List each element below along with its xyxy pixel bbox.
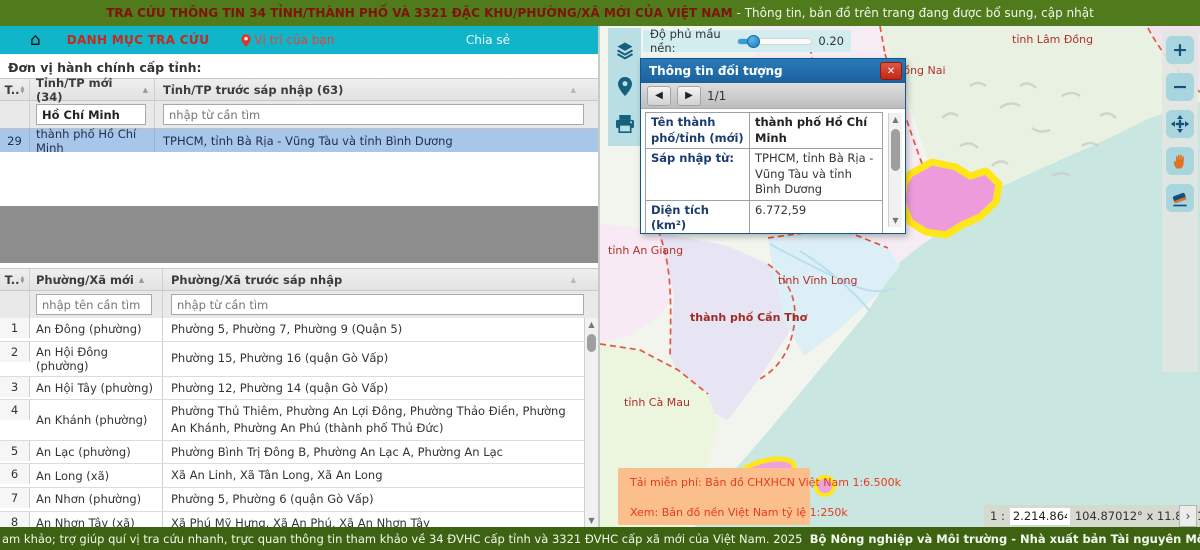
layers-icon[interactable] <box>614 39 636 61</box>
province-table-header: T.. ▲▼ Tỉnh/TP mới (34) ▲ Tỉnh/TP trước … <box>0 78 598 101</box>
view-basemap-link[interactable]: Xem: Bản đồ nền Việt Nam tỷ lệ 1:250k <box>626 506 802 519</box>
table-row[interactable]: 4 An Khánh (phường) Phường Thủ Thiêm, Ph… <box>0 400 584 440</box>
page-title: TRA CỨU THÔNG TIN 34 TỈNH/THÀNH PHỐ VÀ 3… <box>106 6 732 20</box>
province-new-filter-input[interactable] <box>36 104 146 125</box>
ward-table: T.. ▲▼ Phường/Xã mới ▲ Phường/Xã trước s… <box>0 268 598 319</box>
eraser-icon <box>1170 188 1190 208</box>
eraser-tool-button[interactable] <box>1166 184 1194 212</box>
map-label-can-tho: thành phố Cần Thơ <box>690 311 807 324</box>
column-header-tt[interactable]: T.. ▲▼ <box>0 269 30 290</box>
opacity-label: Độ phủ mầu nền: <box>650 27 731 55</box>
table-row[interactable]: 2 An Hội Đông (phường) Phường 15, Phường… <box>0 342 584 377</box>
ward-filter-row <box>0 291 598 319</box>
province-row-selected[interactable]: 29 thành phố Hồ Chí Minh TPHCM, tỉnh Bà … <box>0 129 598 152</box>
scrollbar-thumb[interactable] <box>587 334 596 352</box>
panel-divider <box>598 26 600 527</box>
ward-rows: 1 An Đông (phường) Phường 5, Phường 7, P… <box>0 318 584 527</box>
sort-asc-icon: ▲ <box>571 86 576 94</box>
popup-scrollbar[interactable]: ▲ ▼ <box>888 113 902 227</box>
popup-body: Tên thành phố/tỉnh (mới) thành phố Hồ Ch… <box>641 109 905 233</box>
attribute-row: Sáp nhập từ: TPHCM, tỉnh Bà Rịa - Vũng T… <box>646 149 883 201</box>
ward-old-filter-input[interactable] <box>171 294 584 315</box>
ward-table-header: T.. ▲▼ Phường/Xã mới ▲ Phường/Xã trước s… <box>0 268 598 291</box>
hand-tool-button[interactable] <box>1166 147 1194 175</box>
sort-toggle-icon: ▲▼ <box>20 276 24 284</box>
scroll-up-icon[interactable]: ▲ <box>588 318 594 331</box>
prev-icon[interactable]: ◀ <box>647 86 671 106</box>
table-row[interactable]: 5 An Lạc (phường) Phường Bình Trị Đông B… <box>0 441 584 465</box>
map-tools-strip <box>608 28 641 146</box>
map-label-ca-mau: tỉnh Cà Mau <box>624 396 690 409</box>
sort-asc-icon: ▲ <box>143 86 148 94</box>
column-header-province-old[interactable]: Tỉnh/TP trước sáp nhập (63) ▲ <box>155 79 598 100</box>
table-row[interactable]: 1 An Đông (phường) Phường 5, Phường 7, P… <box>0 318 584 342</box>
table-row[interactable]: 7 An Nhơn (phường) Phường 5, Phường 6 (q… <box>0 488 584 512</box>
app-title-bar: TRA CỨU THÔNG TIN 34 TỈNH/THÀNH PHỐ VÀ 3… <box>0 0 1200 26</box>
map-label-an-giang: tỉnh An Giang <box>608 244 683 257</box>
share-button[interactable]: Chia sẻ <box>466 33 510 47</box>
next-icon[interactable]: ▶ <box>677 86 701 106</box>
province-old-filter-input[interactable] <box>163 104 584 125</box>
left-panel: Đơn vị hành chính cấp tỉnh: T.. ▲▼ Tỉnh/… <box>0 54 598 527</box>
feature-info-popup: Thông tin đối tượng ✕ ◀ ▶ 1/1 Tên thành … <box>640 58 906 234</box>
zoom-in-button[interactable]: + <box>1166 36 1194 64</box>
sort-toggle-icon: ▲▼ <box>20 86 24 94</box>
empty-list-area <box>0 206 598 263</box>
download-link[interactable]: Tải miễn phí: Bản đồ CHXHCN Việt Nam 1:6… <box>626 476 802 489</box>
pager-count: 1/1 <box>707 89 726 103</box>
table-row[interactable]: 6 An Long (xã) Xã An Linh, Xã Tân Long, … <box>0 464 584 488</box>
attribute-row: Tên thành phố/tỉnh (mới) thành phố Hồ Ch… <box>646 113 883 149</box>
province-filter-row <box>0 101 598 129</box>
province-table: T.. ▲▼ Tỉnh/TP mới (34) ▲ Tỉnh/TP trước … <box>0 78 598 152</box>
column-header-ward-old[interactable]: Phường/Xã trước sáp nhập ▲ <box>163 269 598 290</box>
map-scale-bar: 1 : 104.87012° x 11.81816° <box>984 505 1200 527</box>
popup-pager: ◀ ▶ 1/1 <box>641 83 905 109</box>
table-row[interactable]: 3 An Hội Tây (phường) Phường 12, Phường … <box>0 377 584 401</box>
feature-attributes-table: Tên thành phố/tỉnh (mới) thành phố Hồ Ch… <box>645 112 883 233</box>
hand-icon <box>1171 152 1189 170</box>
sort-asc-icon: ▲ <box>571 276 576 284</box>
map-canvas[interactable]: tỉnh Lâm Đồng tỉnh Đồng Nai tỉnh An Gian… <box>600 26 1200 527</box>
column-header-ward-new[interactable]: Phường/Xã mới ▲ <box>30 269 163 290</box>
close-icon[interactable]: ✕ <box>880 62 902 80</box>
opacity-slider[interactable] <box>737 38 812 45</box>
location-pin-icon <box>241 34 251 47</box>
scroll-down-icon[interactable]: ▼ <box>892 214 898 227</box>
nav-menu-catalog[interactable]: DANH MỤC TRA CỨU <box>67 33 209 47</box>
scale-prefix: 1 : <box>990 509 1005 523</box>
zoom-out-button[interactable]: − <box>1166 73 1194 101</box>
scale-input[interactable] <box>1010 508 1070 525</box>
map-label-lam-dong: tỉnh Lâm Đồng <box>1012 33 1093 46</box>
scrollbar-thumb[interactable] <box>891 129 900 171</box>
marker-icon[interactable] <box>614 76 636 98</box>
section-title: Đơn vị hành chính cấp tỉnh: <box>8 60 202 75</box>
ward-new-filter-input[interactable] <box>36 294 152 315</box>
pan-icon <box>1170 114 1190 134</box>
scroll-down-icon[interactable]: ▼ <box>588 514 594 527</box>
table-row[interactable]: 8 An Nhơn Tây (xã) Xã Phú Mỹ Hưng, Xã An… <box>0 512 584 527</box>
status-footer: am khảo; trợ giúp quí vị tra cứu nhanh, … <box>0 527 1200 550</box>
opacity-value: 0.20 <box>818 34 844 48</box>
column-header-province-new[interactable]: Tỉnh/TP mới (34) ▲ <box>30 79 155 100</box>
map-zoom-controls: + − <box>1162 30 1198 372</box>
attribute-row: Diện tích (km²) 6.772,59 <box>646 200 883 233</box>
printer-icon[interactable] <box>614 113 636 135</box>
nav-your-location[interactable]: Vị trí của bạn <box>241 33 334 47</box>
map-label-vinh-long: tỉnh Vĩnh Long <box>778 274 857 287</box>
popup-title-bar[interactable]: Thông tin đối tượng ✕ <box>641 59 905 83</box>
download-notice-box: Tải miễn phí: Bản đồ CHXHCN Việt Nam 1:6… <box>618 468 810 525</box>
pan-button[interactable] <box>1166 110 1194 138</box>
slider-knob[interactable] <box>747 35 760 48</box>
opacity-control: Độ phủ mầu nền: 0.20 <box>643 30 851 52</box>
page-subtitle: - Thông tin, bản đồ trên trang đang được… <box>737 6 1094 20</box>
nav-bar: ⌂ DANH MỤC TRA CỨU Vị trí của bạn Chia s… <box>0 26 598 54</box>
ward-table-scrollbar[interactable]: ▲ ▼ <box>584 318 598 527</box>
sort-asc-icon: ▲ <box>139 276 144 284</box>
home-icon[interactable]: ⌂ <box>30 32 41 49</box>
column-header-tt[interactable]: T.. ▲▼ <box>0 79 30 100</box>
scroll-up-icon[interactable]: ▲ <box>892 113 898 126</box>
expand-icon[interactable]: › <box>1179 505 1197 527</box>
